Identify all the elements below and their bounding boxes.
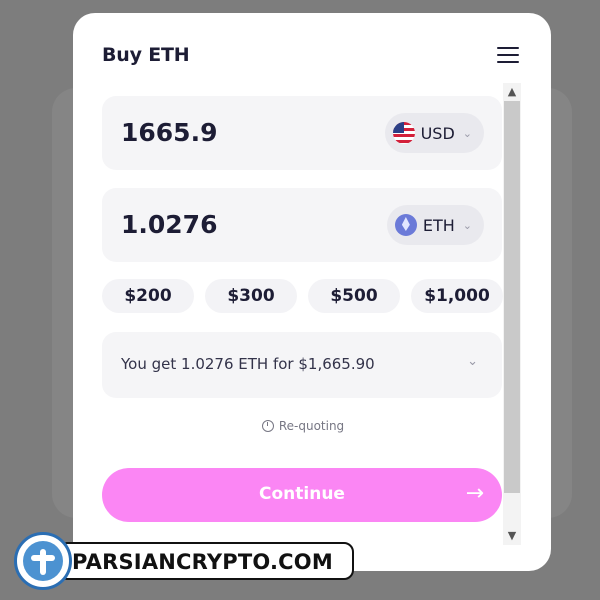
quote-summary[interactable]: You get 1.0276 ETH for $1,665.90 ⌄ (102, 332, 502, 398)
continue-button[interactable]: Continue → (102, 468, 502, 522)
crypto-currency-select[interactable]: ETH ⌄ (386, 205, 484, 245)
crypto-amount-field[interactable]: 1.0276 ETH ⌄ (102, 188, 502, 262)
scroll-up-icon[interactable]: ▲ (503, 83, 521, 101)
fiat-currency-select[interactable]: USD ⌄ (384, 113, 484, 153)
scrollbar-thumb[interactable] (504, 101, 520, 493)
crypto-currency-label: ETH (422, 215, 455, 235)
ethereum-icon (394, 214, 417, 236)
buy-widget: Buy ETH 1665.9 USD ⌄ 1.0276 ETH ⌄ $200 $… (73, 13, 551, 571)
scrollbar[interactable]: ▲ ▼ (503, 83, 521, 545)
arrow-right-icon: → (465, 481, 484, 506)
clock-icon (261, 420, 274, 432)
fiat-currency-label: USD (420, 123, 455, 143)
fiat-amount-field[interactable]: 1665.9 USD ⌄ (102, 96, 502, 170)
requote-status: Re-quoting (73, 419, 533, 433)
crypto-amount-value[interactable]: 1.0276 (121, 210, 217, 239)
requote-text: Re-quoting (278, 419, 345, 433)
quick-amount-300[interactable]: $300 (205, 279, 297, 313)
fiat-amount-value[interactable]: 1665.9 (121, 118, 217, 147)
quick-amount-1000[interactable]: $1,000 (411, 279, 503, 313)
watermark-logo-icon (14, 532, 72, 590)
hamburger-menu-icon[interactable] (497, 47, 519, 65)
watermark-text: PARSIANCRYPTO.COM (72, 550, 333, 574)
quote-summary-text: You get 1.0276 ETH for $1,665.90 (121, 355, 375, 373)
quick-amount-200[interactable]: $200 (102, 279, 194, 313)
us-flag-icon (392, 122, 415, 144)
scroll-down-icon[interactable]: ▼ (503, 527, 521, 545)
chevron-down-icon: ⌄ (467, 354, 478, 369)
chevron-down-icon: ⌄ (462, 218, 472, 232)
continue-button-label: Continue (259, 484, 345, 504)
page-title: Buy ETH (102, 44, 190, 66)
chevron-down-icon: ⌄ (462, 126, 472, 140)
watermark-banner: PARSIANCRYPTO.COM (58, 542, 354, 580)
quick-amount-500[interactable]: $500 (308, 279, 400, 313)
